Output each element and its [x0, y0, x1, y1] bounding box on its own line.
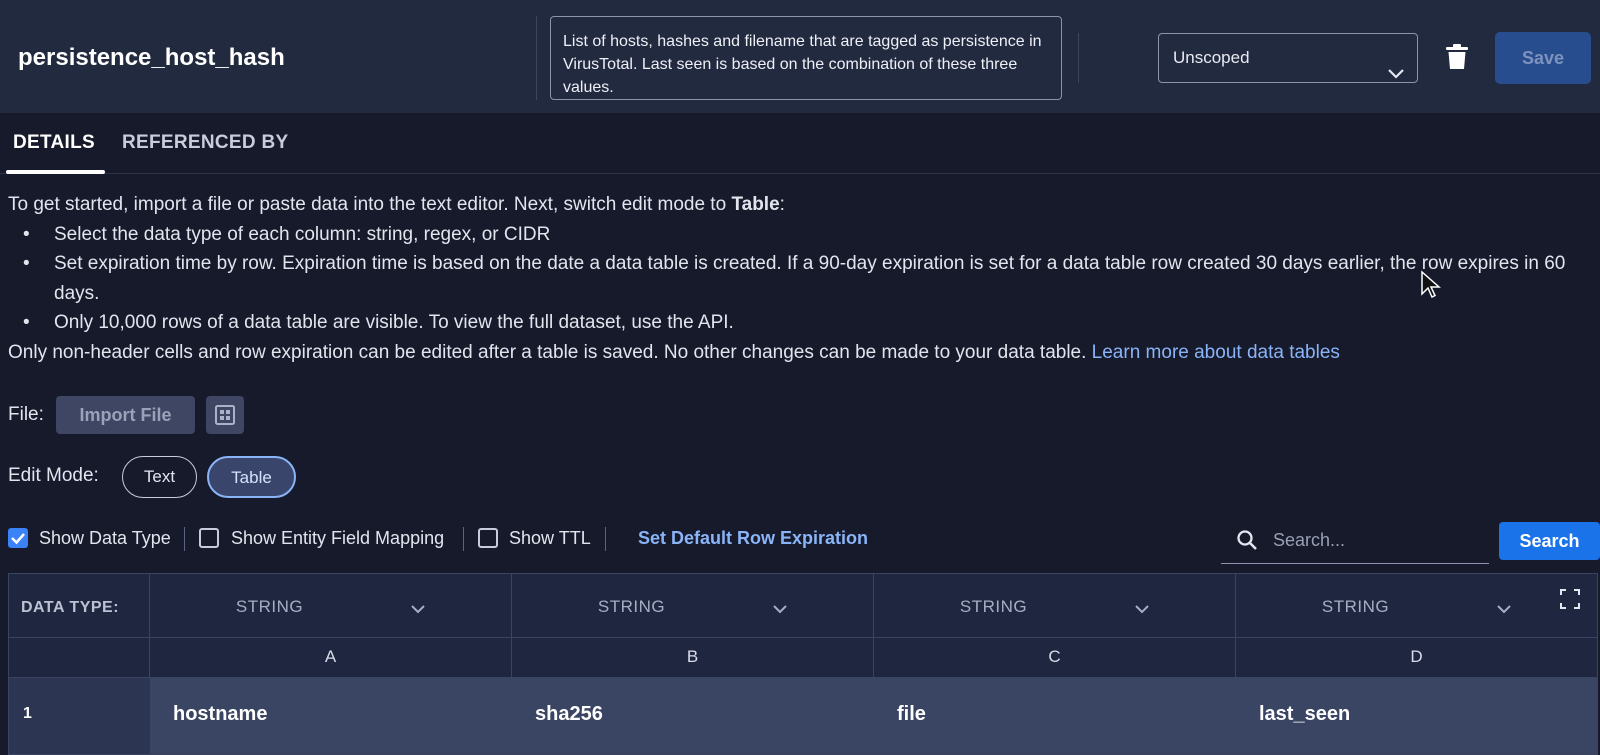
checkmark-icon — [11, 533, 25, 545]
scope-dropdown[interactable]: Unscoped — [1158, 33, 1418, 83]
instruction-item: Select the data type of each column: str… — [23, 220, 1598, 250]
header-divider — [536, 16, 537, 100]
options-divider — [463, 527, 464, 551]
column-letter-header: A — [150, 638, 512, 678]
instructions-intro: To get started, import a file or paste d… — [8, 194, 785, 215]
column-type-select[interactable]: STRING — [1236, 574, 1597, 638]
table-name-title[interactable]: persistence_host_hash — [18, 44, 285, 72]
chevron-down-icon — [410, 601, 426, 619]
table-cell[interactable]: last_seen — [1259, 703, 1350, 726]
chevron-down-icon — [1134, 601, 1150, 619]
show-entity-field-mapping-checkbox[interactable] — [199, 528, 219, 548]
column-type-select[interactable]: STRING — [150, 574, 512, 638]
table-header-bar: persistence_host_hash List of hosts, has… — [0, 0, 1600, 113]
data-type-header: DATA TYPE: — [9, 574, 150, 638]
options-divider — [184, 527, 185, 551]
chevron-down-icon — [772, 601, 788, 619]
show-ttl-checkbox[interactable] — [478, 528, 498, 548]
tab-referenced-by[interactable]: REFERENCED BY — [122, 132, 288, 154]
table-cell[interactable]: sha256 — [535, 703, 603, 726]
chevron-down-icon — [1496, 601, 1512, 619]
column-letter-header: D — [1236, 638, 1597, 678]
search-field[interactable] — [1221, 517, 1489, 564]
search-icon — [1236, 529, 1258, 556]
edit-mode-table-button[interactable]: Table — [207, 456, 296, 498]
column-letter-header: B — [512, 638, 874, 678]
corner-cell — [9, 638, 150, 678]
column-type-select[interactable]: STRING — [512, 574, 874, 638]
table-row: 1 hostname sha256 file last_seen — [9, 678, 1597, 754]
learn-more-link[interactable]: Learn more about data tables — [1092, 342, 1340, 363]
instructions-block: To get started, import a file or paste d… — [8, 190, 1598, 367]
table-cell[interactable]: hostname — [173, 703, 267, 726]
scope-selected-value: Unscoped — [1173, 48, 1250, 67]
delete-icon[interactable] — [1446, 44, 1468, 75]
import-file-button[interactable]: Import File — [56, 396, 195, 434]
instruction-item: Set expiration time by row. Expiration t… — [23, 249, 1598, 308]
table-cell[interactable]: file — [897, 703, 926, 726]
search-button[interactable]: Search — [1499, 522, 1600, 560]
show-data-type-checkbox[interactable] — [8, 528, 28, 548]
column-letter-header: C — [874, 638, 1236, 678]
table-grid-icon[interactable] — [206, 396, 244, 434]
column-type-select[interactable]: STRING — [874, 574, 1236, 638]
row-number-cell: 1 — [9, 678, 150, 754]
edit-mode-label: Edit Mode: — [8, 465, 99, 486]
table-options-row: Show Data Type Show Entity Field Mapping… — [0, 517, 1600, 564]
data-table-grid: DATA TYPE: STRING A STRING B STRING C ST… — [8, 573, 1598, 755]
mouse-cursor-icon — [1420, 270, 1442, 305]
show-entity-field-mapping-label[interactable]: Show Entity Field Mapping — [231, 528, 444, 549]
search-input[interactable] — [1271, 525, 1485, 555]
instruction-item: Only 10,000 rows of a data table are vis… — [23, 308, 1598, 338]
instructions-footer: Only non-header cells and row expiration… — [8, 341, 1340, 363]
options-divider — [605, 527, 606, 551]
tab-bar: DETAILS REFERENCED BY — [0, 113, 1600, 174]
file-label: File: — [8, 404, 44, 425]
fullscreen-icon[interactable] — [1559, 588, 1581, 615]
chevron-down-icon — [1387, 51, 1405, 99]
active-tab-indicator — [6, 170, 105, 174]
edit-mode-text-button[interactable]: Text — [122, 456, 197, 498]
tab-details[interactable]: DETAILS — [13, 132, 95, 154]
instructions-list: Select the data type of each column: str… — [8, 220, 1598, 338]
description-field[interactable]: List of hosts, hashes and filename that … — [550, 16, 1062, 100]
set-default-row-expiration-link[interactable]: Set Default Row Expiration — [638, 528, 868, 549]
save-button[interactable]: Save — [1495, 32, 1591, 84]
show-data-type-label[interactable]: Show Data Type — [39, 528, 171, 549]
show-ttl-label[interactable]: Show TTL — [509, 528, 591, 549]
header-divider — [1078, 33, 1079, 83]
